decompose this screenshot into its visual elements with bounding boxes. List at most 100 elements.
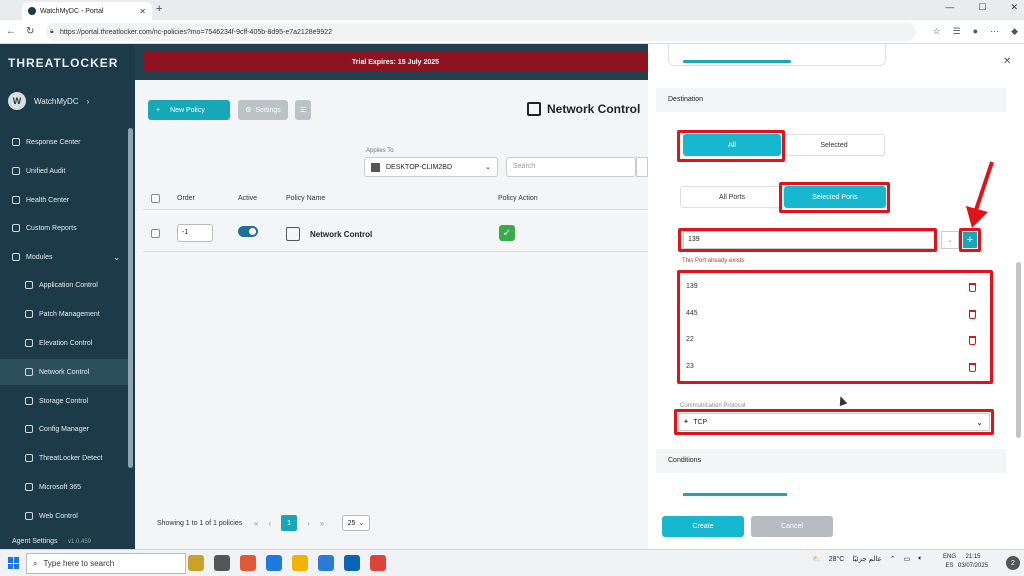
cancel-button[interactable]: Cancel xyxy=(751,516,833,537)
sidebar-item-modules[interactable]: Modules ⌄ xyxy=(0,244,130,270)
column-policy-name[interactable]: Policy Name xyxy=(286,195,325,202)
trash-icon[interactable] xyxy=(969,363,976,372)
panel-scrollbar[interactable] xyxy=(1016,262,1021,438)
chevron-up-icon[interactable]: ⌃ xyxy=(890,555,896,563)
copilot-app-icon[interactable] xyxy=(240,555,256,571)
select-all-checkbox[interactable] xyxy=(151,194,160,203)
sidebar-item-label: Patch Management xyxy=(39,310,100,318)
device-select[interactable]: DESKTOP-CLIM2BD ⌄ xyxy=(364,157,498,177)
sidebar-item-response-center[interactable]: Response Center xyxy=(0,129,130,155)
sidebar-item-label: Application Control xyxy=(39,281,98,289)
language-indicator[interactable]: ENG ES xyxy=(943,553,956,571)
per-page-select[interactable]: 25 ⌄ xyxy=(342,515,370,531)
device-value: DESKTOP-CLIM2BD xyxy=(386,163,452,171)
page-current[interactable]: 1 xyxy=(281,515,298,531)
first-page-icon[interactable]: « xyxy=(254,519,258,528)
order-input[interactable]: -1 xyxy=(177,224,213,242)
back-icon[interactable]: ← xyxy=(6,26,16,37)
sidebar-item-label: Response Center xyxy=(26,138,81,146)
trash-icon[interactable] xyxy=(969,336,976,345)
sidebar-item-health-center[interactable]: Health Center xyxy=(0,187,130,213)
all-ports-option[interactable]: All Ports xyxy=(680,186,784,208)
weather-temp[interactable]: 28°C xyxy=(829,556,845,563)
sidebar-item-network-control[interactable]: Network Control xyxy=(0,359,130,385)
close-icon[interactable]: ✕ xyxy=(1003,56,1011,67)
row-checkbox[interactable] xyxy=(151,229,160,238)
active-toggle[interactable] xyxy=(238,226,258,237)
column-order[interactable]: Order xyxy=(177,195,195,202)
trash-icon[interactable] xyxy=(969,283,976,292)
file-explorer-icon[interactable] xyxy=(292,555,308,571)
browser-tab[interactable]: WatchMyDC - Portal ✕ xyxy=(22,2,152,20)
search-input[interactable]: Search xyxy=(506,157,636,177)
applies-to-label: Applies To xyxy=(366,148,394,154)
port-dropdown[interactable]: ⌄ xyxy=(941,231,959,249)
detect-icon xyxy=(25,454,33,462)
store-icon[interactable] xyxy=(318,555,334,571)
sidebar-item-web-control[interactable]: Web Control xyxy=(0,503,130,529)
url-field[interactable]: 🔒︎ https://portal.threatlocker.com/nc-po… xyxy=(46,23,916,41)
sidebar-item-config-manager[interactable]: Config Manager xyxy=(0,416,130,442)
next-page-icon[interactable]: › xyxy=(307,519,310,528)
sidebar-scrollbar[interactable] xyxy=(128,128,133,468)
column-active[interactable]: Active xyxy=(238,195,257,202)
chrome-icon[interactable] xyxy=(370,555,386,571)
destination-selected-option[interactable]: Selected xyxy=(783,134,885,156)
sidebar-item-custom-reports[interactable]: Custom Reports xyxy=(0,215,130,241)
notification-badge[interactable]: 2 xyxy=(1006,556,1020,570)
patch-icon xyxy=(25,310,33,318)
favorite-star-icon[interactable]: ☆ xyxy=(932,26,940,37)
hamburger-icon: ☰ xyxy=(299,107,307,114)
widgets-icon[interactable] xyxy=(188,555,204,571)
table-row[interactable]: -1 Network Control ✓ xyxy=(143,218,648,252)
sidebar-item-threatlocker-detect[interactable]: ThreatLocker Detect xyxy=(0,445,130,471)
close-tab-icon[interactable]: ✕ xyxy=(139,7,146,16)
list-item: 445 xyxy=(686,310,982,326)
copilot-icon[interactable]: ◆ xyxy=(1011,26,1018,37)
column-policy-action[interactable]: Policy Action xyxy=(498,195,538,202)
task-view-icon[interactable] xyxy=(214,555,230,571)
volume-icon[interactable]: 🔈︎ xyxy=(918,555,922,563)
outlook-icon[interactable] xyxy=(344,555,360,571)
app-sidebar: THREATLOCKER W WatchMyDC › Response Cent… xyxy=(0,44,135,549)
sidebar-item-unified-audit[interactable]: Unified Audit xyxy=(0,158,130,184)
sidebar-item-patch-management[interactable]: Patch Management xyxy=(0,301,130,327)
create-button[interactable]: Create xyxy=(662,516,744,537)
taskbar-search-input[interactable]: ⌕ Type here to search xyxy=(26,553,186,574)
new-policy-button[interactable]: + New Policy xyxy=(148,100,230,120)
version-label: v1.0.459 xyxy=(68,539,92,545)
sidebar-item-agent-settings[interactable]: Agent Settings xyxy=(12,538,58,545)
trash-icon[interactable] xyxy=(969,310,976,319)
sidebar-item-application-control[interactable]: Application Control xyxy=(0,272,130,298)
weather-icon[interactable]: ⛅ xyxy=(812,555,821,563)
lang-top: ENG xyxy=(943,554,957,560)
user-menu[interactable]: W WatchMyDC › xyxy=(8,92,89,110)
edge-icon[interactable] xyxy=(266,555,282,571)
sidebar-item-storage-control[interactable]: Storage Control xyxy=(0,388,130,414)
new-tab-icon[interactable]: + xyxy=(156,3,162,15)
policy-name[interactable]: Network Control xyxy=(286,227,372,241)
last-page-icon[interactable]: » xyxy=(320,519,324,528)
sidebar-item-label: Config Manager xyxy=(39,425,89,433)
close-window-icon[interactable]: ✕ xyxy=(1010,2,1018,13)
windows-taskbar: ⌕ Type here to search ⛅ 28°C عالم جزئيًا… xyxy=(0,549,1024,576)
profile-icon[interactable]: ● xyxy=(973,26,978,37)
favorites-icon[interactable]: ☰ xyxy=(953,26,961,37)
settings-label: Settings xyxy=(255,106,281,114)
menu-button[interactable]: ☰ xyxy=(295,100,311,120)
sidebar-item-elevation-control[interactable]: Elevation Control xyxy=(0,330,130,356)
prev-page-icon[interactable]: ‹ xyxy=(268,519,271,528)
search-button[interactable] xyxy=(636,157,648,177)
clock[interactable]: 21:15 03/07/2025 xyxy=(958,553,988,571)
windows-start-icon[interactable] xyxy=(8,557,20,569)
search-icon: ⌕ xyxy=(33,558,38,568)
minimize-icon[interactable]: — xyxy=(945,2,954,13)
settings-button[interactable]: ⚙ Settings xyxy=(238,100,288,120)
network-tray-icon[interactable]: ▭ xyxy=(904,555,911,563)
weather-text[interactable]: عالم جزئيًا xyxy=(852,555,881,563)
sidebar-item-microsoft-365[interactable]: Microsoft 365 xyxy=(0,474,130,500)
address-bar: ← ↻ 🔒︎ https://portal.threatlocker.com/n… xyxy=(0,20,1024,44)
maximize-icon[interactable]: ☐ xyxy=(978,2,986,13)
more-menu-icon[interactable]: ⋯ xyxy=(990,26,999,37)
reload-icon[interactable]: ↻ xyxy=(26,26,34,37)
